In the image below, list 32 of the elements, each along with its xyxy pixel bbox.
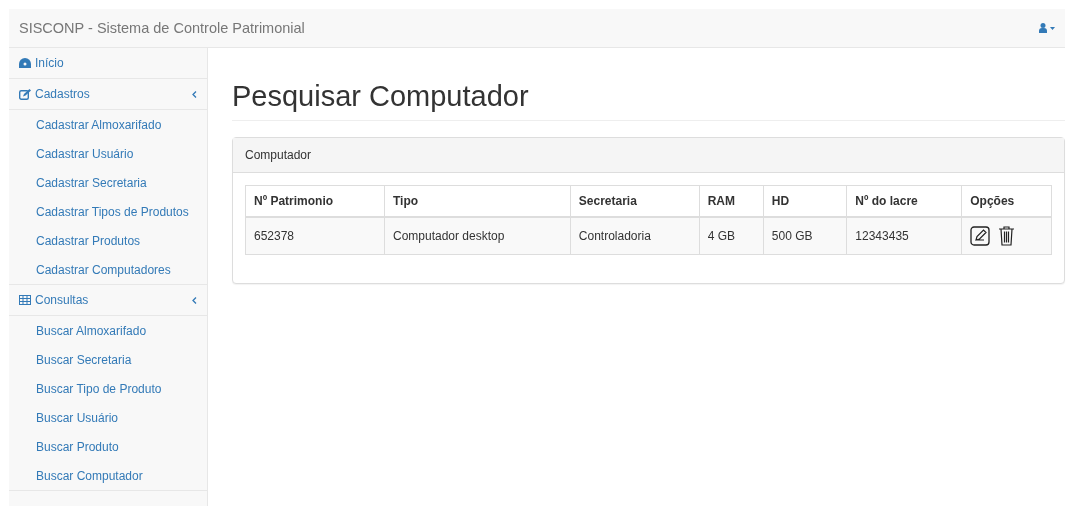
table-cell: 652378 — [245, 217, 385, 255]
sidebar-link[interactable]: Cadastrar Secretaria — [36, 175, 147, 190]
user-menu-button[interactable] — [1039, 23, 1055, 33]
table-cell: 4 GB — [699, 217, 764, 255]
sidebar-link[interactable]: Cadastrar Almoxarifado — [36, 117, 162, 132]
sidebar-item[interactable]: Consultas — [9, 285, 207, 316]
table-cell: 500 GB — [763, 217, 847, 255]
chevron-left-icon — [192, 90, 197, 98]
sidebar-link[interactable]: Buscar Usuário — [36, 410, 119, 425]
sidebar-link[interactable]: Cadastrar Computadores — [36, 262, 171, 277]
page-title: Pesquisar Computador — [232, 80, 1065, 121]
chevron-left-icon — [192, 296, 197, 304]
dashboard-icon — [19, 58, 31, 68]
sidebar-link[interactable]: Buscar Almoxarifado — [36, 323, 147, 338]
sidebar-item[interactable]: Início — [9, 48, 207, 79]
sidebar-link[interactable]: Cadastrar Produtos — [36, 233, 141, 248]
sidebar-link[interactable]: Cadastrar Tipos de Produtos — [36, 204, 189, 219]
sidebar-link[interactable]: Buscar Secretaria — [36, 352, 132, 367]
sidebar-link[interactable]: Buscar Produto — [36, 439, 119, 454]
table-cell: Computador desktop — [384, 217, 571, 255]
edit-button[interactable] — [970, 226, 991, 246]
table-cell: Controladoria — [570, 217, 700, 255]
edit-icon — [19, 88, 31, 100]
table-cell: 12343435 — [846, 217, 962, 255]
panel-heading: Computador — [233, 138, 1064, 173]
sidebar-link[interactable]: Buscar Tipo de Produto — [36, 381, 162, 396]
sidebar-link[interactable]: Cadastrar Usuário — [36, 146, 134, 161]
table-icon — [19, 295, 31, 305]
delete-button[interactable] — [998, 226, 1016, 246]
brand-title[interactable]: SISCONP - Sistema de Controle Patrimonial — [19, 20, 305, 36]
sidebar-link[interactable]: Buscar Computador — [36, 468, 143, 483]
sidebar-item[interactable]: Cadastros — [9, 79, 207, 110]
